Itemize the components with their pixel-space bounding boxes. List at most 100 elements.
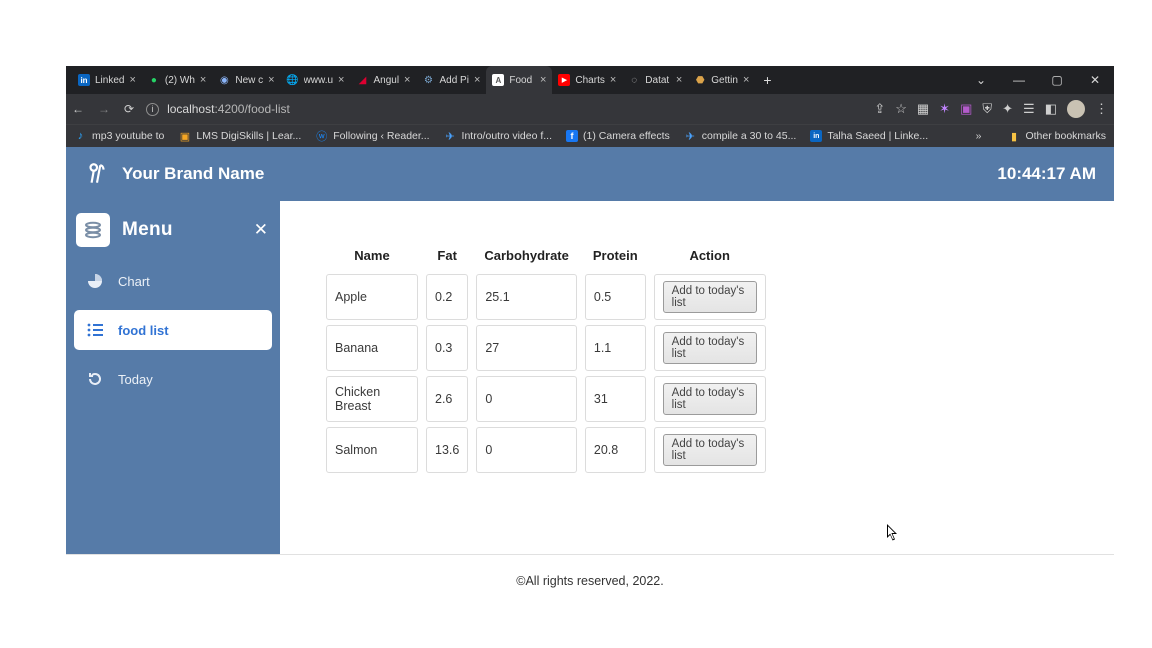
chevron-down-icon[interactable]: ⌄ — [962, 66, 1000, 94]
tab-globe[interactable]: 🌐 www.u × — [281, 66, 351, 94]
globe-icon: 🌐 — [287, 74, 299, 86]
close-icon[interactable]: × — [474, 74, 480, 86]
back-icon[interactable]: ← — [72, 102, 84, 116]
forward-icon[interactable]: → — [98, 102, 110, 116]
food-table: Name Fat Carbohydrate Protein Action App… — [318, 237, 1114, 478]
bookmark-item[interactable]: ✈compile a 30 to 45... — [684, 130, 797, 143]
tab-food[interactable]: A Food × — [486, 66, 552, 94]
puzzle-icon[interactable]: ✦ — [1002, 101, 1013, 117]
extension-icon[interactable]: ▦ — [917, 101, 929, 117]
close-icon[interactable]: × — [268, 74, 274, 86]
close-icon[interactable]: × — [129, 74, 135, 86]
nav-label: Today — [118, 372, 153, 387]
url-text: localhost:4200/food-list — [167, 102, 290, 116]
bookmarks-overflow[interactable]: » — [976, 130, 982, 142]
list-ol-icon — [86, 323, 104, 337]
bookmark-item[interactable]: ♪mp3 youtube to — [74, 130, 164, 143]
tab-getting[interactable]: ⬣ Gettin × — [688, 66, 755, 94]
star-icon[interactable]: ☆ — [895, 101, 907, 117]
cell-fat: 0.3 — [426, 325, 468, 371]
menu-icon — [76, 213, 110, 247]
facebook-icon: f — [566, 130, 578, 142]
tab-linkedin[interactable]: in Linked × — [72, 66, 142, 94]
tab-github[interactable]: ◌ Datat × — [622, 66, 688, 94]
close-icon[interactable]: × — [540, 74, 546, 86]
col-header-action: Action — [654, 242, 766, 269]
cell-carbohydrate: 0 — [476, 376, 577, 422]
panel-icon[interactable]: ◧ — [1045, 101, 1057, 117]
close-icon[interactable]: × — [200, 74, 206, 86]
github-icon: ◌ — [628, 74, 640, 86]
site-info-icon[interactable]: i — [146, 103, 159, 116]
close-icon[interactable]: × — [743, 74, 749, 86]
reload-icon[interactable]: ⟳ — [124, 102, 134, 116]
url-field[interactable]: i localhost:4200/food-list — [146, 102, 290, 116]
tab-label: New c — [235, 75, 263, 86]
add-to-today-button[interactable]: Add to today's list — [663, 281, 757, 313]
add-to-today-button[interactable]: Add to today's list — [663, 383, 757, 415]
bookmark-label: Other bookmarks — [1025, 130, 1106, 142]
cell-name: Salmon — [326, 427, 418, 473]
close-icon[interactable]: × — [404, 74, 410, 86]
col-header-name: Name — [326, 242, 418, 269]
kebab-icon[interactable]: ⋮ — [1095, 101, 1108, 117]
table-row: Salmon 13.6 0 20.8 Add to today's list — [326, 427, 766, 473]
close-icon[interactable]: × — [676, 74, 682, 86]
cell-fat: 13.6 — [426, 427, 468, 473]
whatsapp-icon: ● — [148, 74, 160, 86]
close-icon[interactable]: × — [338, 74, 344, 86]
angular-icon: ◢ — [356, 74, 368, 86]
sidebar-item-today[interactable]: Today — [74, 359, 272, 399]
extension-icon-2[interactable]: ✶ — [939, 101, 950, 117]
cursor-icon — [887, 524, 899, 542]
tab-addpi[interactable]: ⚙ Add Pi × — [416, 66, 486, 94]
bookmark-item[interactable]: ✈Intro/outro video f... — [444, 130, 552, 143]
wordpress-icon: ⓦ — [315, 130, 328, 143]
cell-protein: 20.8 — [585, 427, 646, 473]
tab-angular[interactable]: ◢ Angul × — [350, 66, 416, 94]
brand-name: Your Brand Name — [122, 164, 264, 184]
cell-name: Chicken Breast — [326, 376, 418, 422]
maximize-icon[interactable]: ▢ — [1038, 66, 1076, 94]
brand: Your Brand Name — [84, 161, 264, 187]
tab-newtab[interactable]: ◉ New c × — [212, 66, 280, 94]
tab-label: Food — [509, 75, 535, 86]
bookmark-label: Intro/outro video f... — [462, 130, 552, 142]
browser-addressbar: ← → ⟳ i localhost:4200/food-list ⇪ ☆ ▦ ✶… — [66, 94, 1114, 124]
minimize-icon[interactable]: — — [1000, 66, 1038, 94]
hex-icon: ⬣ — [694, 74, 706, 86]
avatar[interactable] — [1067, 100, 1085, 118]
new-tab-button[interactable]: + — [755, 66, 779, 94]
tab-label: (2) Wh — [165, 75, 195, 86]
close-window-icon[interactable]: ✕ — [1076, 66, 1114, 94]
menu-close-icon[interactable]: ✕ — [254, 220, 268, 240]
footer: ©All rights reserved, 2022. — [66, 554, 1114, 606]
add-to-today-button[interactable]: Add to today's list — [663, 434, 757, 466]
add-to-today-button[interactable]: Add to today's list — [663, 332, 757, 364]
list-icon[interactable]: ☰ — [1023, 101, 1035, 117]
table-row: Banana 0.3 27 1.1 Add to today's list — [326, 325, 766, 371]
extension-icon-3[interactable]: ▣ — [960, 101, 972, 117]
nav-list: Chart food list — [74, 261, 272, 399]
col-header-carbohydrate: Carbohydrate — [476, 242, 577, 269]
shield-icon[interactable]: ⛨ — [982, 101, 992, 117]
close-icon[interactable]: × — [610, 74, 616, 86]
menu-title: Menu — [122, 219, 173, 241]
bookmark-item[interactable]: f(1) Camera effects — [566, 130, 670, 142]
sidebar-item-chart[interactable]: Chart — [74, 261, 272, 301]
tab-whatsapp[interactable]: ● (2) Wh × — [142, 66, 212, 94]
video-icon: ✈ — [684, 130, 697, 143]
bookmark-item[interactable]: ⓦFollowing ‹ Reader... — [315, 130, 429, 143]
lms-icon: ▣ — [178, 130, 191, 143]
other-bookmarks[interactable]: ▮Other bookmarks — [1007, 130, 1106, 143]
tab-youtube[interactable]: ▶ Charts × — [552, 66, 622, 94]
share-icon[interactable]: ⇪ — [874, 101, 885, 117]
bookmark-item[interactable]: ▣ LMS DigiSkills | Lear... — [178, 130, 301, 143]
sidebar-item-foodlist[interactable]: food list — [74, 310, 272, 350]
tab-label: Linked — [95, 75, 124, 86]
table-row: Chicken Breast 2.6 0 31 Add to today's l… — [326, 376, 766, 422]
col-header-fat: Fat — [426, 242, 468, 269]
bookmark-item[interactable]: inTalha Saeed | Linke... — [810, 130, 928, 142]
app-viewport: Your Brand Name 10:44:17 AM Menu ✕ — [66, 147, 1114, 606]
bookmark-label: LMS DigiSkills | Lear... — [196, 130, 301, 142]
